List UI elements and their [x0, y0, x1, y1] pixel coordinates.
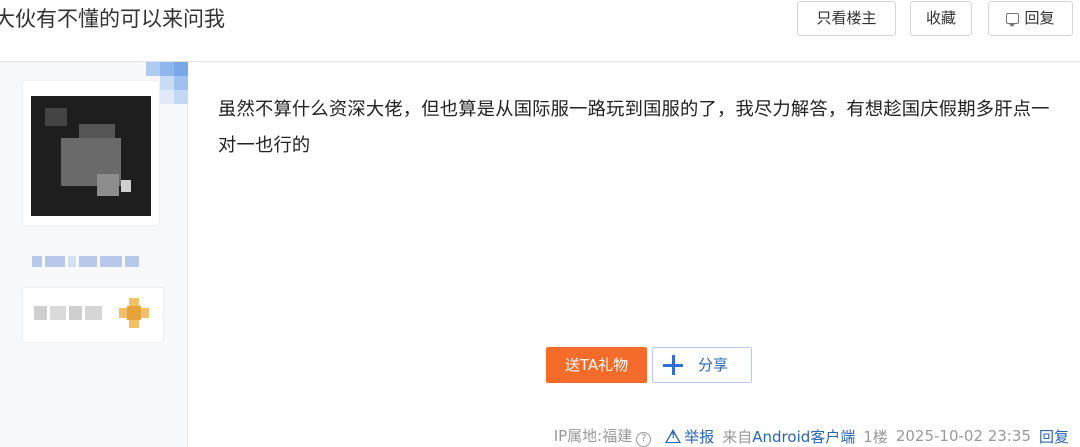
client-link[interactable]: Android客户端 — [752, 428, 855, 446]
plus-icon — [663, 355, 683, 375]
client-source: 来自Android客户端 — [722, 427, 856, 446]
level-label — [34, 306, 102, 322]
footer-reply-link[interactable]: 回复 — [1039, 426, 1069, 447]
post-timestamp: 2025-10-02 23:35 — [895, 427, 1031, 445]
reply-icon — [1006, 13, 1020, 27]
floor-number: 1楼 — [863, 427, 888, 446]
share-label: 分享 — [698, 356, 729, 374]
post-content: 虽然不算什么资深大佬，但也算是从国际服一路玩到国服的了，我尽力解答，有想趁国庆假… — [218, 99, 1050, 156]
report-label: 举报 — [684, 427, 715, 446]
collect-button[interactable]: 收藏 — [910, 1, 972, 36]
help-icon[interactable]: ? — [636, 432, 652, 447]
post-footer: IP属地:福建? 举报 来自Android客户端 1楼 2025-10-02 2… — [546, 425, 1069, 447]
send-gift-button[interactable]: 送TA礼物 — [546, 347, 647, 383]
avatar[interactable] — [31, 96, 151, 216]
reply-button-label: 回复 — [1024, 9, 1055, 27]
reply-button[interactable]: 回复 — [988, 1, 1073, 36]
warning-icon — [665, 429, 682, 443]
thread-title: 大伙有不懂的可以来问我 — [0, 7, 225, 31]
ip-location: IP属地:福建? — [554, 425, 652, 447]
thread-header: 大伙有不懂的可以来问我 只看楼主 收藏 回复 — [0, 0, 1080, 62]
only-view-op-button[interactable]: 只看楼主 — [797, 1, 896, 36]
author-username[interactable] — [32, 253, 152, 269]
report-link[interactable]: 举报 — [665, 426, 714, 447]
share-button[interactable]: 分享 — [652, 347, 752, 383]
level-badge-icon — [119, 298, 149, 328]
